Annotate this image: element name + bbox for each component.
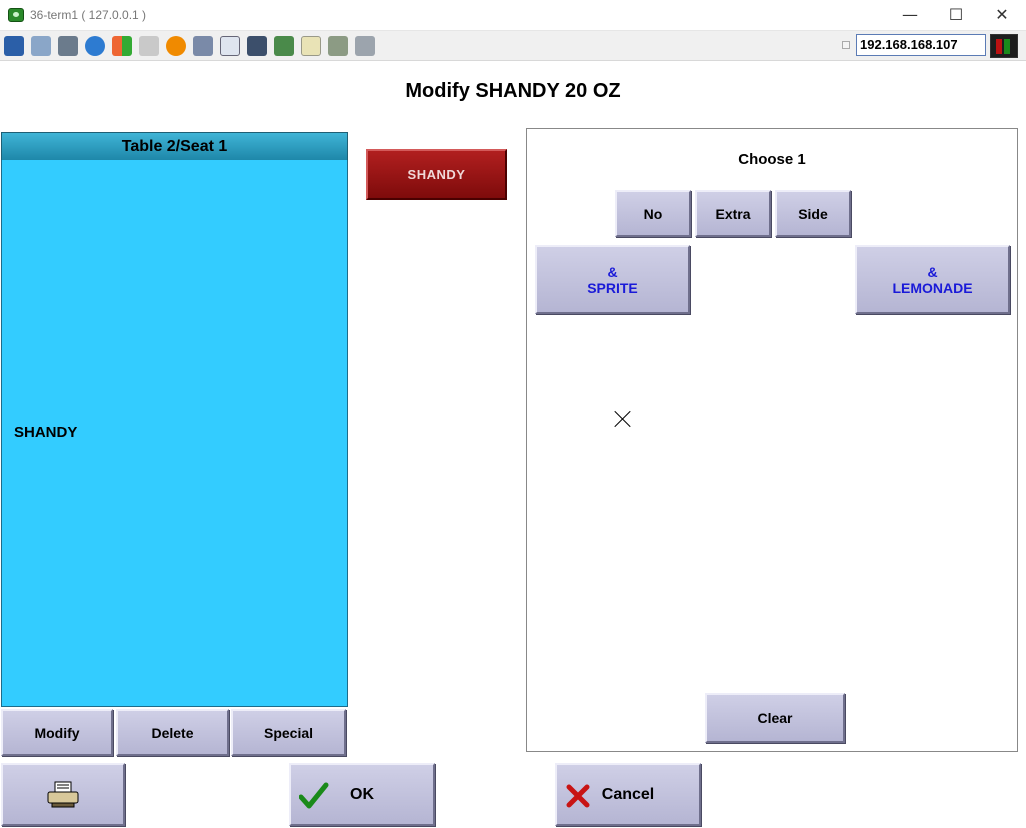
x-icon [566, 784, 590, 808]
ok-button[interactable]: OK [289, 763, 435, 826]
cancel-label: Cancel [601, 785, 655, 803]
app-icon [8, 8, 24, 22]
lemonade-option-button[interactable]: & LEMONADE [855, 245, 1010, 314]
no-button[interactable]: No [615, 190, 691, 237]
notepad-icon[interactable] [301, 36, 321, 56]
close-button[interactable]: ✕ [979, 4, 1025, 26]
delete-button[interactable]: Delete [116, 709, 229, 756]
check-icon [299, 782, 329, 809]
maximize-button[interactable]: ☐ [933, 4, 979, 26]
display-icon[interactable] [247, 36, 267, 56]
item-shandy-button[interactable]: SHANDY [366, 149, 507, 200]
modify-button[interactable]: Modify [1, 709, 113, 756]
option-prefix: & [927, 263, 938, 280]
side-button[interactable]: Side [775, 190, 851, 237]
download-icon[interactable] [274, 36, 294, 56]
fullscreen-icon[interactable] [220, 36, 240, 56]
tools-icon[interactable] [58, 36, 78, 56]
monitor-icon[interactable] [4, 36, 24, 56]
keyboard-icon[interactable] [139, 36, 159, 56]
window-title: 36-term1 ( 127.0.0.1 ) [30, 8, 147, 22]
network-icon[interactable] [193, 36, 213, 56]
mouse-cursor [614, 410, 632, 428]
extra-button[interactable]: Extra [695, 190, 771, 237]
ok-label: OK [350, 785, 374, 803]
option-label: SPRITE [587, 279, 638, 296]
clear-button[interactable]: Clear [705, 693, 845, 743]
option-prefix: & [607, 263, 618, 280]
screen-icon[interactable] [328, 36, 348, 56]
seat-order-item[interactable]: SHANDY [14, 424, 77, 441]
connection-indicator [842, 41, 850, 49]
page-title: Modify SHANDY 20 OZ [405, 80, 621, 102]
signal-icon [990, 34, 1018, 58]
remote-toolbar: 192.168.168.107 [0, 31, 1026, 61]
chat-icon[interactable] [355, 36, 375, 56]
ip-address-field[interactable]: 192.168.168.107 [856, 34, 986, 56]
modifier-panel [526, 128, 1018, 752]
option-label: LEMONADE [892, 279, 973, 296]
windows-icon[interactable] [31, 36, 51, 56]
printer-icon [47, 781, 79, 807]
print-button[interactable] [1, 763, 125, 826]
refresh-icon[interactable] [85, 36, 105, 56]
seat-header: Table 2/Seat 1 [1, 132, 348, 161]
minimize-button[interactable]: — [887, 4, 933, 26]
alert-icon[interactable] [166, 36, 186, 56]
windows-logo-icon[interactable] [112, 36, 132, 56]
sprite-option-button[interactable]: & SPRITE [535, 245, 690, 314]
cancel-button[interactable]: Cancel [555, 763, 701, 826]
special-button[interactable]: Special [231, 709, 346, 756]
window-titlebar [0, 0, 1026, 31]
choose-label: Choose 1 [738, 151, 806, 168]
